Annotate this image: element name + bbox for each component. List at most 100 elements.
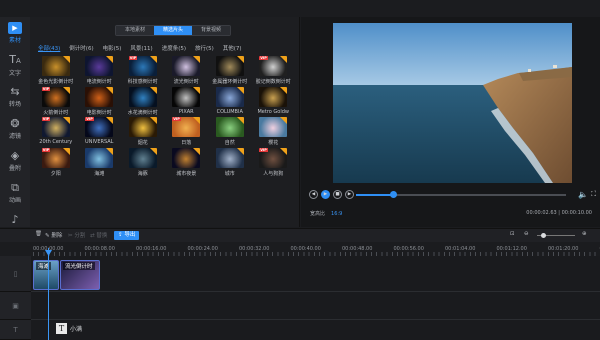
ruler-time-label: 00:00:08.00: [84, 246, 115, 252]
category-scenery[interactable]: 风景(11): [130, 44, 152, 52]
media-thumbnail: [259, 117, 288, 137]
filter-icon: ❂: [10, 117, 20, 130]
download-corner-icon: [106, 56, 114, 63]
video-preview[interactable]: [333, 23, 572, 183]
download-corner-icon: [193, 147, 201, 155]
video-track[interactable]: 海滩 流光倒计时: [31, 256, 600, 292]
vip-badge-icon: VIP: [41, 86, 51, 91]
media-item[interactable]: 城市夜景: [165, 147, 209, 179]
media-item[interactable]: 海豚: [121, 147, 165, 179]
media-item[interactable]: PIXAR: [165, 86, 209, 118]
replace-label: 替换: [96, 233, 108, 239]
play-button[interactable]: ▶: [321, 190, 330, 199]
media-item[interactable]: 城市: [208, 147, 252, 179]
sidebar-item-overlay[interactable]: ◈ 叠附: [0, 145, 30, 177]
media-thumbnail: [128, 86, 157, 107]
playback-progress-bar[interactable]: [356, 194, 566, 196]
category-movie[interactable]: 电影(5): [103, 44, 122, 52]
media-thumbnail: [215, 86, 244, 107]
download-corner-icon: [280, 147, 288, 155]
category-countdown[interactable]: 倒计时(6): [69, 44, 93, 52]
media-item[interactable]: 电影倒计时: [78, 86, 122, 118]
media-item[interactable]: VIP 火箭倒计时: [34, 86, 78, 118]
media-item[interactable]: VIP 日落: [165, 117, 209, 148]
tab-background-video[interactable]: 背景视频: [192, 26, 230, 35]
media-item[interactable]: VIP UNIVERSAL: [78, 117, 122, 148]
media-item[interactable]: 自然: [208, 117, 252, 148]
playback-controls: ◀ ▶ ■ ▶ 🔈 ⛶: [309, 189, 596, 201]
media-item[interactable]: 金色光影倒计时: [34, 56, 78, 87]
aspect-ratio-value[interactable]: 16:9: [331, 211, 342, 217]
media-item[interactable]: 樱花: [252, 117, 296, 148]
text-track[interactable]: [31, 320, 600, 340]
media-item[interactable]: 水花滴倒计时: [121, 86, 165, 118]
download-corner-icon: [106, 86, 114, 94]
media-item-name: 自然: [224, 140, 235, 146]
media-item[interactable]: VIP 人与狗狗: [252, 147, 296, 179]
next-frame-icon[interactable]: ▶: [345, 190, 354, 199]
media-item[interactable]: VIP 夕阳: [34, 147, 78, 179]
media-item-name: 城市: [224, 170, 235, 177]
trash-icon[interactable]: 🗑: [35, 231, 42, 237]
ruler-time-label: 00:00:24.00: [187, 246, 218, 252]
ruler-time-label: 00:01:04.00: [445, 246, 476, 252]
media-thumbnail: [85, 147, 114, 168]
media-thumbnail: [128, 147, 157, 168]
sidebar-item-media[interactable]: ▶ 素材: [0, 17, 30, 49]
media-item[interactable]: VIP 胶记倒数倒计时: [252, 56, 296, 87]
progress-handle[interactable]: [390, 191, 398, 198]
sidebar-item-label: 文字: [8, 69, 21, 77]
sidebar-item-transition[interactable]: ⇆ 转场: [0, 81, 30, 113]
edit-button[interactable]: ✎ 删除: [45, 231, 62, 239]
media-item[interactable]: VIP 20th Century: [34, 117, 78, 148]
media-item-name: 人与狗狗: [263, 170, 284, 177]
overlay-track[interactable]: [31, 292, 600, 320]
media-thumbnail: VIP: [41, 86, 70, 107]
export-button[interactable]: ⇪ 导出: [114, 231, 140, 240]
split-button[interactable]: ✂ 分割: [68, 231, 85, 239]
video-clip[interactable]: 流光倒计时: [60, 260, 100, 290]
category-all[interactable]: 全部(43): [38, 44, 60, 52]
category-other[interactable]: 其他(7): [223, 44, 242, 52]
download-corner-icon: [62, 86, 70, 94]
media-item[interactable]: 电流倒计时: [78, 56, 122, 87]
timeline-toolbar: 🗑 ✎ 删除 ✂ 分割 ⇄ 替换 ⇪ 导出 ⊡ ⊖ ⊕: [0, 228, 600, 242]
text-clip[interactable]: T 小满: [56, 322, 82, 334]
volume-icon[interactable]: 🔈: [578, 190, 588, 199]
media-item[interactable]: Metro Goldw: [252, 86, 296, 118]
replace-button[interactable]: ⇄ 替换: [90, 231, 107, 239]
media-item-name: 火箭倒计时: [43, 109, 69, 116]
prev-frame-icon[interactable]: ◀: [309, 190, 318, 199]
tab-local-media[interactable]: 本地素材: [116, 26, 154, 35]
media-item[interactable]: 流光倒计时: [165, 56, 209, 87]
media-item[interactable]: VIP 科技感倒计时: [121, 56, 165, 87]
sidebar-item-text[interactable]: TA 文字: [0, 49, 30, 81]
media-item[interactable]: 金属器环倒计时: [208, 56, 252, 87]
zoom-in-icon[interactable]: ⊕: [582, 231, 587, 237]
zoom-out-icon[interactable]: ⊖: [524, 231, 529, 237]
vip-badge-icon: VIP: [85, 117, 94, 121]
category-travel[interactable]: 旅行(5): [195, 44, 214, 52]
media-item[interactable]: 海滩: [78, 147, 122, 179]
transition-icon: ⇆: [10, 85, 20, 98]
category-progress-bar[interactable]: 进度条(5): [162, 44, 186, 52]
sidebar-item-animation[interactable]: ⧉ 动画: [0, 177, 30, 209]
ruler-time-label: 00:00:40.00: [290, 246, 321, 252]
timeline-ruler[interactable]: 00:00:00.0000:00:08.0000:00:16.0000:00:2…: [0, 242, 600, 256]
fullscreen-icon[interactable]: ⛶: [591, 190, 596, 199]
media-item-name: 20th Century: [39, 139, 73, 145]
ruler-time-label: 00:00:32.00: [239, 246, 270, 252]
zoom-slider-handle[interactable]: [541, 233, 546, 238]
tab-featured-intros[interactable]: 精选片头: [154, 26, 192, 35]
stop-icon[interactable]: ■: [333, 190, 342, 199]
video-clip[interactable]: 海滩: [33, 260, 59, 290]
media-thumbnail: [85, 56, 114, 76]
media-item[interactable]: COLUMBIA: [208, 86, 252, 118]
fit-icon[interactable]: ⊡: [510, 231, 515, 237]
sidebar-item-filter[interactable]: ❂ 滤镜: [0, 113, 30, 145]
playhead[interactable]: [48, 248, 49, 340]
download-corner-icon: [193, 86, 201, 94]
media-item[interactable]: 烟花: [121, 117, 165, 148]
category-filter: 全部(43) 倒计时(6) 电影(5) 风景(11) 进度条(5) 旅行(5) …: [38, 44, 242, 52]
media-item-name: Metro Goldw: [257, 108, 290, 115]
